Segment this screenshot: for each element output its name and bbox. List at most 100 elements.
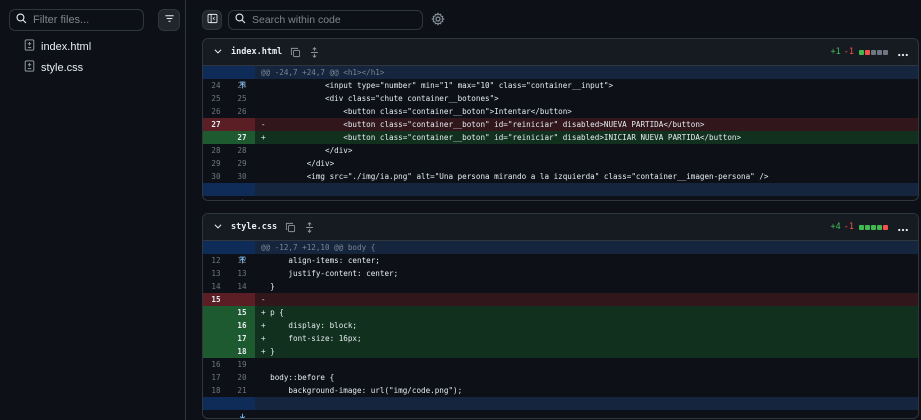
line-number-old[interactable] bbox=[203, 332, 229, 345]
line-number-new[interactable]: 18 bbox=[229, 345, 255, 358]
diff-file-header: index.html +1 -1 bbox=[203, 39, 918, 66]
diff-line: 24 24 <input type="number" min="1" max="1… bbox=[203, 79, 918, 92]
line-number-new[interactable]: 13 bbox=[229, 267, 255, 280]
hunk-header-row: @@ -12,7 +12,10 @@ body { bbox=[203, 241, 918, 264]
diff-settings-button[interactable] bbox=[431, 12, 445, 31]
line-number-new[interactable] bbox=[229, 118, 255, 131]
diffstat-block-neutral bbox=[871, 49, 876, 55]
diff-file-panel-style-css: style.css +4 -1 @@ -12,7 +12,10 @@ body … bbox=[202, 213, 919, 419]
diff-line: 16 19 bbox=[203, 358, 918, 371]
diff-line-added: 16 + display: block; bbox=[203, 319, 918, 332]
line-number-old[interactable]: 24 bbox=[203, 79, 229, 92]
line-code: + font-size: 16px; bbox=[261, 334, 362, 343]
expand-up-button[interactable] bbox=[203, 66, 255, 89]
filter-files-input[interactable] bbox=[33, 14, 133, 26]
file-diff-icon bbox=[24, 39, 35, 54]
line-number-old[interactable]: 28 bbox=[203, 144, 229, 157]
line-number-old[interactable] bbox=[203, 345, 229, 358]
line-number-new[interactable]: 30 bbox=[229, 170, 255, 183]
line-number-old[interactable]: 14 bbox=[203, 280, 229, 293]
diff-line: 25 25 <div class="chute container__botone… bbox=[203, 92, 918, 105]
line-number-old[interactable]: 15 bbox=[203, 293, 229, 306]
line-number-old[interactable] bbox=[203, 306, 229, 319]
line-number-new[interactable]: 21 bbox=[229, 384, 255, 397]
line-number-new[interactable] bbox=[229, 293, 255, 306]
line-number-new[interactable]: 19 bbox=[229, 358, 255, 371]
diff-file-name[interactable]: index.html bbox=[231, 47, 282, 57]
line-number-new[interactable]: 16 bbox=[229, 319, 255, 332]
kebab-menu-icon[interactable] bbox=[897, 47, 909, 65]
line-number-old[interactable]: 18 bbox=[203, 384, 229, 397]
line-number-old[interactable]: 12 bbox=[203, 254, 229, 267]
line-code: body::before { bbox=[261, 373, 335, 382]
expand-down-button[interactable] bbox=[203, 183, 255, 200]
file-tree-item-index-html[interactable]: index.html bbox=[24, 39, 91, 54]
line-code: + } bbox=[261, 347, 275, 356]
line-number-old[interactable]: 29 bbox=[203, 157, 229, 170]
diff-lines-style-css: 12 12 align-items: center; 13 13 justify-c… bbox=[203, 254, 918, 397]
expand-all-icon[interactable] bbox=[304, 221, 315, 233]
expand-down-icon bbox=[242, 199, 244, 200]
deletions-count: -1 bbox=[843, 222, 854, 232]
line-number-new[interactable]: 24 bbox=[229, 79, 255, 92]
line-code: } bbox=[261, 282, 275, 291]
diffstat-blocks bbox=[859, 224, 888, 230]
line-code: + <button class="container__boton" id="r… bbox=[261, 133, 742, 142]
expand-all-icon[interactable] bbox=[309, 46, 320, 58]
line-number-old[interactable]: 30 bbox=[203, 170, 229, 183]
file-diff-icon bbox=[24, 60, 35, 75]
file-tree-item-label: index.html bbox=[41, 40, 92, 53]
line-number-old[interactable]: 25 bbox=[203, 92, 229, 105]
search-within-code-field[interactable] bbox=[228, 10, 423, 30]
file-tree-item-style-css[interactable]: style.css bbox=[24, 60, 83, 75]
hunk-header-row: @@ -24,7 +24,7 @@ <h1></h1> bbox=[203, 66, 918, 89]
line-number-new[interactable]: 14 bbox=[229, 280, 255, 293]
line-code: <div class="chute container__botones"> bbox=[261, 94, 499, 103]
search-within-code-input[interactable] bbox=[252, 14, 412, 26]
line-number-new[interactable]: 12 bbox=[229, 254, 255, 267]
filter-options-button[interactable] bbox=[158, 9, 180, 31]
line-number-old[interactable]: 27 bbox=[203, 118, 229, 131]
line-number-new[interactable]: 29 bbox=[229, 157, 255, 170]
kebab-menu-icon[interactable] bbox=[897, 222, 909, 240]
diffstat-block-neutral bbox=[877, 49, 882, 55]
filter-files-field[interactable] bbox=[9, 9, 144, 31]
line-code: <button class="container__boton">Intenta… bbox=[261, 107, 572, 116]
diff-line-added: 27 + <button class="container__boton" id=… bbox=[203, 131, 918, 144]
line-code: </div> bbox=[261, 159, 335, 168]
line-number-old[interactable]: 26 bbox=[203, 105, 229, 118]
line-number-old[interactable] bbox=[203, 131, 229, 144]
search-icon bbox=[16, 11, 27, 29]
copy-icon[interactable] bbox=[290, 47, 301, 58]
chevron-down-icon[interactable] bbox=[213, 218, 223, 236]
expand-down-icon bbox=[240, 413, 246, 418]
diffstat-block-neutral bbox=[883, 49, 888, 55]
line-number-new[interactable]: 28 bbox=[229, 144, 255, 157]
expand-up-button[interactable] bbox=[203, 241, 255, 264]
line-number-new[interactable]: 17 bbox=[229, 332, 255, 345]
diff-line: 14 14 } bbox=[203, 280, 918, 293]
search-icon bbox=[235, 11, 246, 29]
diffstat-block-add bbox=[871, 224, 876, 230]
hunk-header-text: @@ -24,7 +24,7 @@ <h1></h1> bbox=[261, 68, 385, 77]
line-number-old[interactable] bbox=[203, 319, 229, 332]
diffstat-block-add bbox=[859, 224, 864, 230]
diff-file-name[interactable]: style.css bbox=[231, 222, 277, 232]
toggle-file-tree-button[interactable] bbox=[202, 10, 222, 30]
line-number-new[interactable]: 15 bbox=[229, 306, 255, 319]
line-number-old[interactable]: 13 bbox=[203, 267, 229, 280]
line-code: + p { bbox=[261, 308, 284, 317]
diff-lines-index-html: 24 24 <input type="number" min="1" max="1… bbox=[203, 79, 918, 183]
expand-down-button[interactable] bbox=[203, 397, 255, 418]
line-number-old[interactable]: 16 bbox=[203, 358, 229, 371]
line-number-old[interactable]: 17 bbox=[203, 371, 229, 384]
copy-icon[interactable] bbox=[285, 222, 296, 233]
line-number-new[interactable]: 25 bbox=[229, 92, 255, 105]
diffstat-block-add bbox=[859, 49, 864, 55]
line-number-new[interactable]: 20 bbox=[229, 371, 255, 384]
line-number-new[interactable]: 26 bbox=[229, 105, 255, 118]
chevron-down-icon[interactable] bbox=[213, 43, 223, 61]
line-number-new[interactable]: 27 bbox=[229, 131, 255, 144]
diff-file-panel-index-html: index.html +1 -1 @@ -24,7 +24,7 @@ <h1><… bbox=[202, 38, 919, 201]
expand-row bbox=[203, 397, 918, 418]
